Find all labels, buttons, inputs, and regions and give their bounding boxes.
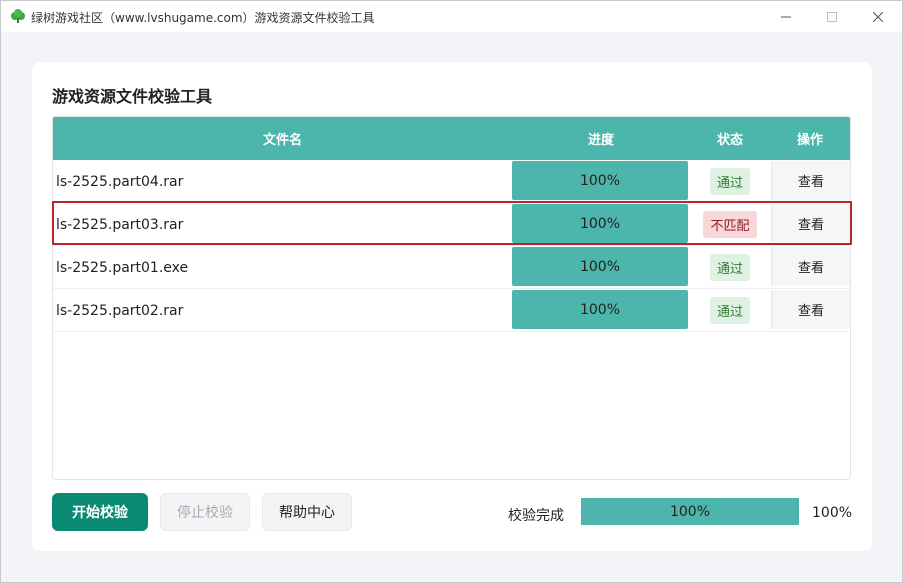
tree-logo-icon — [11, 9, 25, 23]
status-badge: 不匹配 — [703, 211, 757, 238]
status-badge: 通过 — [709, 168, 750, 195]
file-progress-bar: 100% — [512, 247, 688, 286]
view-button[interactable]: 查看 — [771, 290, 850, 329]
overall-percent-text: 100% — [812, 505, 853, 521]
stop-verify-button[interactable]: 停止校验 — [160, 493, 250, 531]
status-cell: 通过 — [690, 246, 770, 289]
maximize-icon — [827, 11, 837, 22]
table-row[interactable]: ls-2525.part02.rar 100% 通过 查看 — [53, 289, 850, 332]
header-filename: 文件名 — [262, 133, 302, 148]
maximize-button[interactable] — [809, 1, 855, 32]
file-name: ls-2525.part02.rar — [56, 302, 184, 319]
verify-status-label: 校验完成 — [508, 508, 564, 524]
file-progress-bar: 100% — [512, 290, 688, 329]
file-name: ls-2525.part03.rar — [56, 216, 184, 233]
header-status: 状态 — [716, 133, 743, 148]
table-header: 文件名 进度 状态 操作 — [53, 117, 850, 160]
header-progress: 进度 — [587, 133, 614, 148]
file-progress-bar: 100% — [512, 204, 688, 243]
app-window: 绿树游戏社区（www.lvshugame.com）游戏资源文件校验工具 游戏资源… — [0, 0, 903, 583]
start-verify-button[interactable]: 开始校验 — [52, 493, 148, 531]
file-name: ls-2525.part01.exe — [56, 259, 189, 276]
close-button[interactable] — [855, 1, 901, 32]
help-center-button[interactable]: 帮助中心 — [262, 493, 352, 531]
status-cell: 不匹配 — [690, 203, 770, 246]
main-card: 游戏资源文件校验工具 文件名 进度 状态 操作 ls-2525.part04.r… — [32, 62, 872, 551]
table-row[interactable]: ls-2525.part04.rar 100% 通过 查看 — [53, 160, 850, 203]
minimize-button[interactable] — [763, 1, 809, 32]
view-button[interactable]: 查看 — [771, 247, 850, 286]
title-bar[interactable]: 绿树游戏社区（www.lvshugame.com）游戏资源文件校验工具 — [1, 1, 902, 32]
status-badge: 通过 — [709, 254, 750, 281]
table-row[interactable]: ls-2525.part03.rar 100% 不匹配 查看 — [53, 203, 850, 246]
status-badge: 通过 — [709, 297, 750, 324]
page-title: 游戏资源文件校验工具 — [52, 87, 213, 106]
file-name: ls-2525.part04.rar — [56, 173, 184, 190]
view-button[interactable]: 查看 — [771, 161, 850, 200]
table-row[interactable]: ls-2525.part01.exe 100% 通过 查看 — [53, 246, 850, 289]
status-cell: 通过 — [690, 160, 770, 203]
file-progress-bar: 100% — [512, 161, 688, 200]
file-table: 文件名 进度 状态 操作 ls-2525.part04.rar 100% 通过 … — [52, 116, 851, 480]
close-icon — [873, 11, 883, 22]
status-cell: 通过 — [690, 289, 770, 332]
overall-progress-bar: 100% — [581, 498, 799, 525]
window-title: 绿树游戏社区（www.lvshugame.com）游戏资源文件校验工具 — [31, 11, 375, 25]
view-button[interactable]: 查看 — [771, 204, 850, 243]
header-action: 操作 — [796, 133, 823, 148]
minimize-icon — [781, 16, 791, 17]
